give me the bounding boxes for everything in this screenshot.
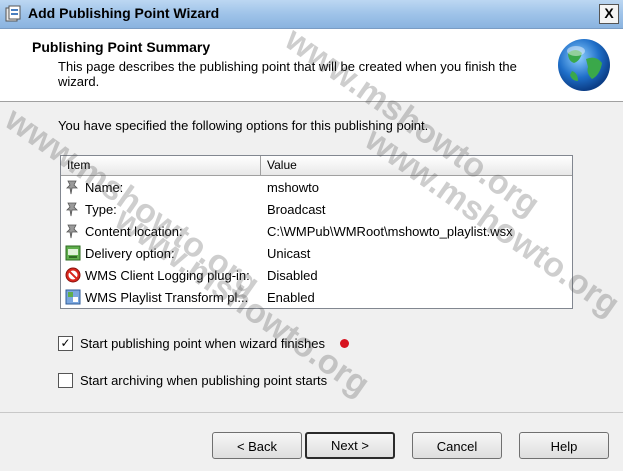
item-value: Enabled <box>267 290 315 305</box>
red-marker-icon <box>340 339 349 348</box>
list-item[interactable]: Delivery option: Unicast <box>61 243 572 264</box>
item-label: Name: <box>85 180 124 195</box>
item-value: Unicast <box>267 246 311 261</box>
item-value: mshowto <box>267 180 320 195</box>
button-divider <box>0 412 623 413</box>
back-button[interactable]: < Back <box>212 432 302 459</box>
list-item[interactable]: Name: mshowto <box>61 177 572 198</box>
cancel-button[interactable]: Cancel <box>412 432 502 459</box>
list-item[interactable]: WMS Playlist Transform pl... Enabled <box>61 287 572 308</box>
page-description: This page describes the publishing point… <box>58 59 517 89</box>
item-value: Disabled <box>267 268 318 283</box>
wizard-app-icon <box>5 5 21 22</box>
list-item[interactable]: Content location: C:\WMPub\WMRoot\mshowt… <box>61 221 572 242</box>
wizard-header: Publishing Point Summary This page descr… <box>0 29 623 102</box>
plugin-icon <box>65 289 81 305</box>
intro-text: You have specified the following options… <box>58 118 429 133</box>
column-header-value[interactable]: Value <box>267 158 297 172</box>
next-button[interactable]: Next > <box>305 432 395 459</box>
pin-icon <box>66 224 78 239</box>
item-value: Broadcast <box>267 202 326 217</box>
window-title: Add Publishing Point Wizard <box>28 5 220 21</box>
pin-icon <box>66 202 78 217</box>
column-header-item[interactable]: Item <box>67 158 90 172</box>
item-label: Content location: <box>85 224 183 239</box>
item-value: C:\WMPub\WMRoot\mshowto_playlist.wsx <box>267 224 513 239</box>
start-archiving-label[interactable]: Start archiving when publishing point st… <box>80 373 327 388</box>
delivery-icon <box>65 245 81 261</box>
item-label: Delivery option: <box>85 246 175 261</box>
list-header: Item Value <box>61 156 572 176</box>
item-label: WMS Playlist Transform pl... <box>85 290 249 305</box>
pin-icon <box>66 180 78 195</box>
column-divider[interactable] <box>260 156 261 175</box>
list-item[interactable]: Type: Broadcast <box>61 199 572 220</box>
start-publishing-checkbox[interactable]: ✓ <box>58 336 73 351</box>
start-archiving-checkbox[interactable] <box>58 373 73 388</box>
list-item[interactable]: WMS Client Logging plug-in: Disabled <box>61 265 572 286</box>
title-bar: Add Publishing Point Wizard X <box>0 0 623 29</box>
checkmark-icon: ✓ <box>60 336 71 350</box>
summary-list[interactable]: Item Value Name: mshowto Type: Broadcast… <box>60 155 573 309</box>
page-title: Publishing Point Summary <box>32 39 211 55</box>
disabled-plugin-icon <box>65 267 81 283</box>
item-label: WMS Client Logging plug-in: <box>85 268 250 283</box>
start-publishing-label[interactable]: Start publishing point when wizard finis… <box>80 336 325 351</box>
close-button[interactable]: X <box>599 4 619 24</box>
item-label: Type: <box>85 202 117 217</box>
help-button[interactable]: Help <box>519 432 609 459</box>
globe-icon <box>558 39 610 91</box>
